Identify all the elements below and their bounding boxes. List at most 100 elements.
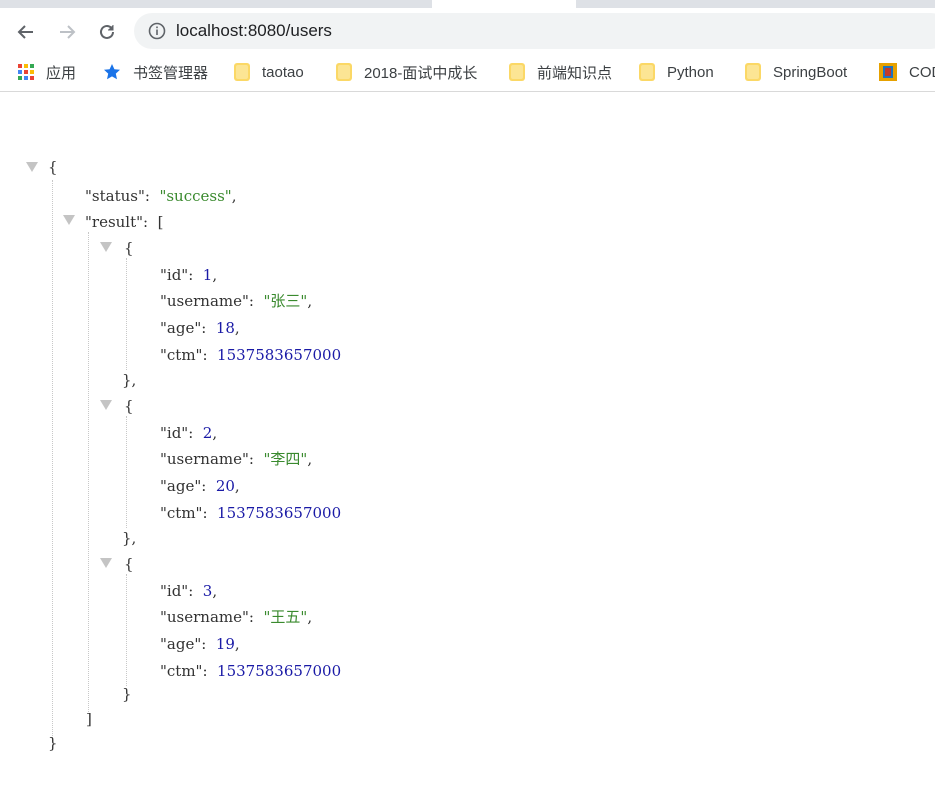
age-line: "age": 20, bbox=[160, 477, 240, 495]
folder-icon bbox=[745, 63, 761, 81]
result-key: "result" bbox=[85, 213, 144, 231]
tab-strip bbox=[0, 0, 935, 8]
username-key: "username" bbox=[160, 292, 249, 310]
id-line: "id": 1, bbox=[160, 266, 218, 284]
brace: { bbox=[48, 158, 58, 176]
bracket: [ bbox=[157, 213, 164, 231]
ctm-key: "ctm" bbox=[160, 662, 203, 680]
id-key: "id" bbox=[160, 424, 189, 442]
id-value: 1 bbox=[202, 266, 213, 284]
ctm-line: "ctm": 1537583657000 bbox=[160, 346, 342, 364]
age-line: "age": 19, bbox=[160, 635, 240, 653]
bookmark-label: 书签管理器 bbox=[133, 64, 209, 82]
username-line: "username": "张三", bbox=[160, 292, 313, 310]
ctm-line: "ctm": 1537583657000 bbox=[160, 504, 342, 522]
bookmark-label: Python bbox=[667, 63, 714, 81]
object-open-brace: { bbox=[124, 235, 134, 261]
bookmarks-bar: 应用 书签管理器 taotao 2018-面试中成长 前端知识点 Python … bbox=[0, 54, 935, 92]
folder-icon bbox=[336, 63, 352, 81]
status-line: "status": "success", bbox=[85, 187, 237, 205]
code-icon bbox=[879, 63, 897, 81]
forward-button[interactable] bbox=[53, 18, 81, 46]
id-value: 3 bbox=[202, 582, 213, 600]
collapse-object-toggle[interactable] bbox=[100, 242, 112, 252]
bookmark-label: 应用 bbox=[46, 64, 77, 82]
result-line: "result": [ bbox=[85, 213, 164, 231]
username-key: "username" bbox=[160, 450, 249, 468]
ctm-key: "ctm" bbox=[160, 346, 203, 364]
age-value: 19 bbox=[215, 635, 235, 653]
indent-guide bbox=[88, 232, 89, 712]
info-icon[interactable] bbox=[148, 22, 166, 40]
apps-grid-icon bbox=[18, 64, 34, 80]
reload-icon bbox=[100, 24, 114, 39]
bookmark-label: 2018-面试中成长 bbox=[364, 64, 478, 82]
id-key: "id" bbox=[160, 266, 189, 284]
url-input[interactable] bbox=[176, 13, 576, 49]
ctm-value: 1537583657000 bbox=[217, 346, 342, 364]
bookmark-label: COD bbox=[909, 63, 935, 81]
arrow-left-icon bbox=[17, 25, 33, 39]
username-key: "username" bbox=[160, 608, 249, 626]
id-value: 2 bbox=[202, 424, 213, 442]
collapse-root-toggle[interactable] bbox=[26, 162, 38, 172]
bracket: ] bbox=[86, 710, 92, 728]
bookmark-folder-python[interactable]: Python bbox=[639, 54, 714, 90]
indent-guide bbox=[126, 416, 127, 528]
back-button[interactable] bbox=[12, 18, 40, 46]
bookmark-apps[interactable]: 应用 bbox=[18, 54, 76, 90]
root-open-brace: { bbox=[48, 154, 58, 180]
result-close-bracket: ] bbox=[86, 706, 92, 732]
collapse-object-toggle[interactable] bbox=[100, 558, 112, 568]
object-close-brace: } bbox=[122, 681, 132, 707]
brace: } bbox=[122, 685, 132, 703]
ctm-line: "ctm": 1537583657000 bbox=[160, 662, 342, 680]
username-value: "张三" bbox=[263, 292, 308, 310]
status-value: "success" bbox=[159, 187, 232, 205]
age-key: "age" bbox=[160, 635, 202, 653]
active-tab[interactable] bbox=[432, 0, 576, 8]
username-value: "王五" bbox=[263, 608, 308, 626]
folder-icon bbox=[509, 63, 525, 81]
username-line: "username": "王五", bbox=[160, 608, 313, 626]
id-line: "id": 2, bbox=[160, 424, 218, 442]
address-bar[interactable] bbox=[134, 13, 935, 49]
brace: { bbox=[124, 397, 134, 415]
json-viewer: { "status": "success", "result": [ { "id… bbox=[0, 92, 935, 808]
star-icon bbox=[104, 64, 120, 80]
ctm-key: "ctm" bbox=[160, 504, 203, 522]
bookmark-folder-taotao[interactable]: taotao bbox=[234, 54, 304, 90]
browser-toolbar bbox=[0, 8, 935, 54]
object-close-brace: }, bbox=[122, 529, 137, 547]
ctm-value: 1537583657000 bbox=[217, 504, 342, 522]
age-value: 18 bbox=[215, 319, 235, 337]
arrow-right-icon bbox=[60, 25, 76, 39]
age-value: 20 bbox=[215, 477, 235, 495]
bookmark-label: SpringBoot bbox=[773, 63, 848, 81]
brace: } bbox=[48, 734, 58, 752]
folder-icon bbox=[234, 63, 250, 81]
brace: { bbox=[124, 239, 134, 257]
id-key: "id" bbox=[160, 582, 189, 600]
username-value: "李四" bbox=[263, 450, 308, 468]
id-line: "id": 3, bbox=[160, 582, 218, 600]
ctm-value: 1537583657000 bbox=[217, 662, 342, 680]
indent-guide bbox=[126, 574, 127, 686]
object-close-brace: }, bbox=[122, 371, 137, 389]
collapse-result-toggle[interactable] bbox=[63, 215, 75, 225]
brace: } bbox=[122, 529, 132, 547]
collapse-object-toggle[interactable] bbox=[100, 400, 112, 410]
brace: { bbox=[124, 555, 134, 573]
brace: } bbox=[122, 371, 132, 389]
bookmark-folder-interview[interactable]: 2018-面试中成长 bbox=[336, 54, 477, 90]
bookmark-manager[interactable]: 书签管理器 bbox=[103, 54, 208, 90]
bookmark-folder-springboot[interactable]: SpringBoot bbox=[745, 54, 847, 90]
bookmark-label: 前端知识点 bbox=[537, 64, 613, 82]
bookmark-label: taotao bbox=[262, 63, 304, 81]
reload-button[interactable] bbox=[93, 18, 121, 46]
bookmark-code[interactable]: COD bbox=[879, 54, 935, 90]
object-open-brace: { bbox=[124, 551, 134, 577]
age-line: "age": 18, bbox=[160, 319, 240, 337]
bookmark-folder-frontend[interactable]: 前端知识点 bbox=[509, 54, 612, 90]
folder-icon bbox=[639, 63, 655, 81]
